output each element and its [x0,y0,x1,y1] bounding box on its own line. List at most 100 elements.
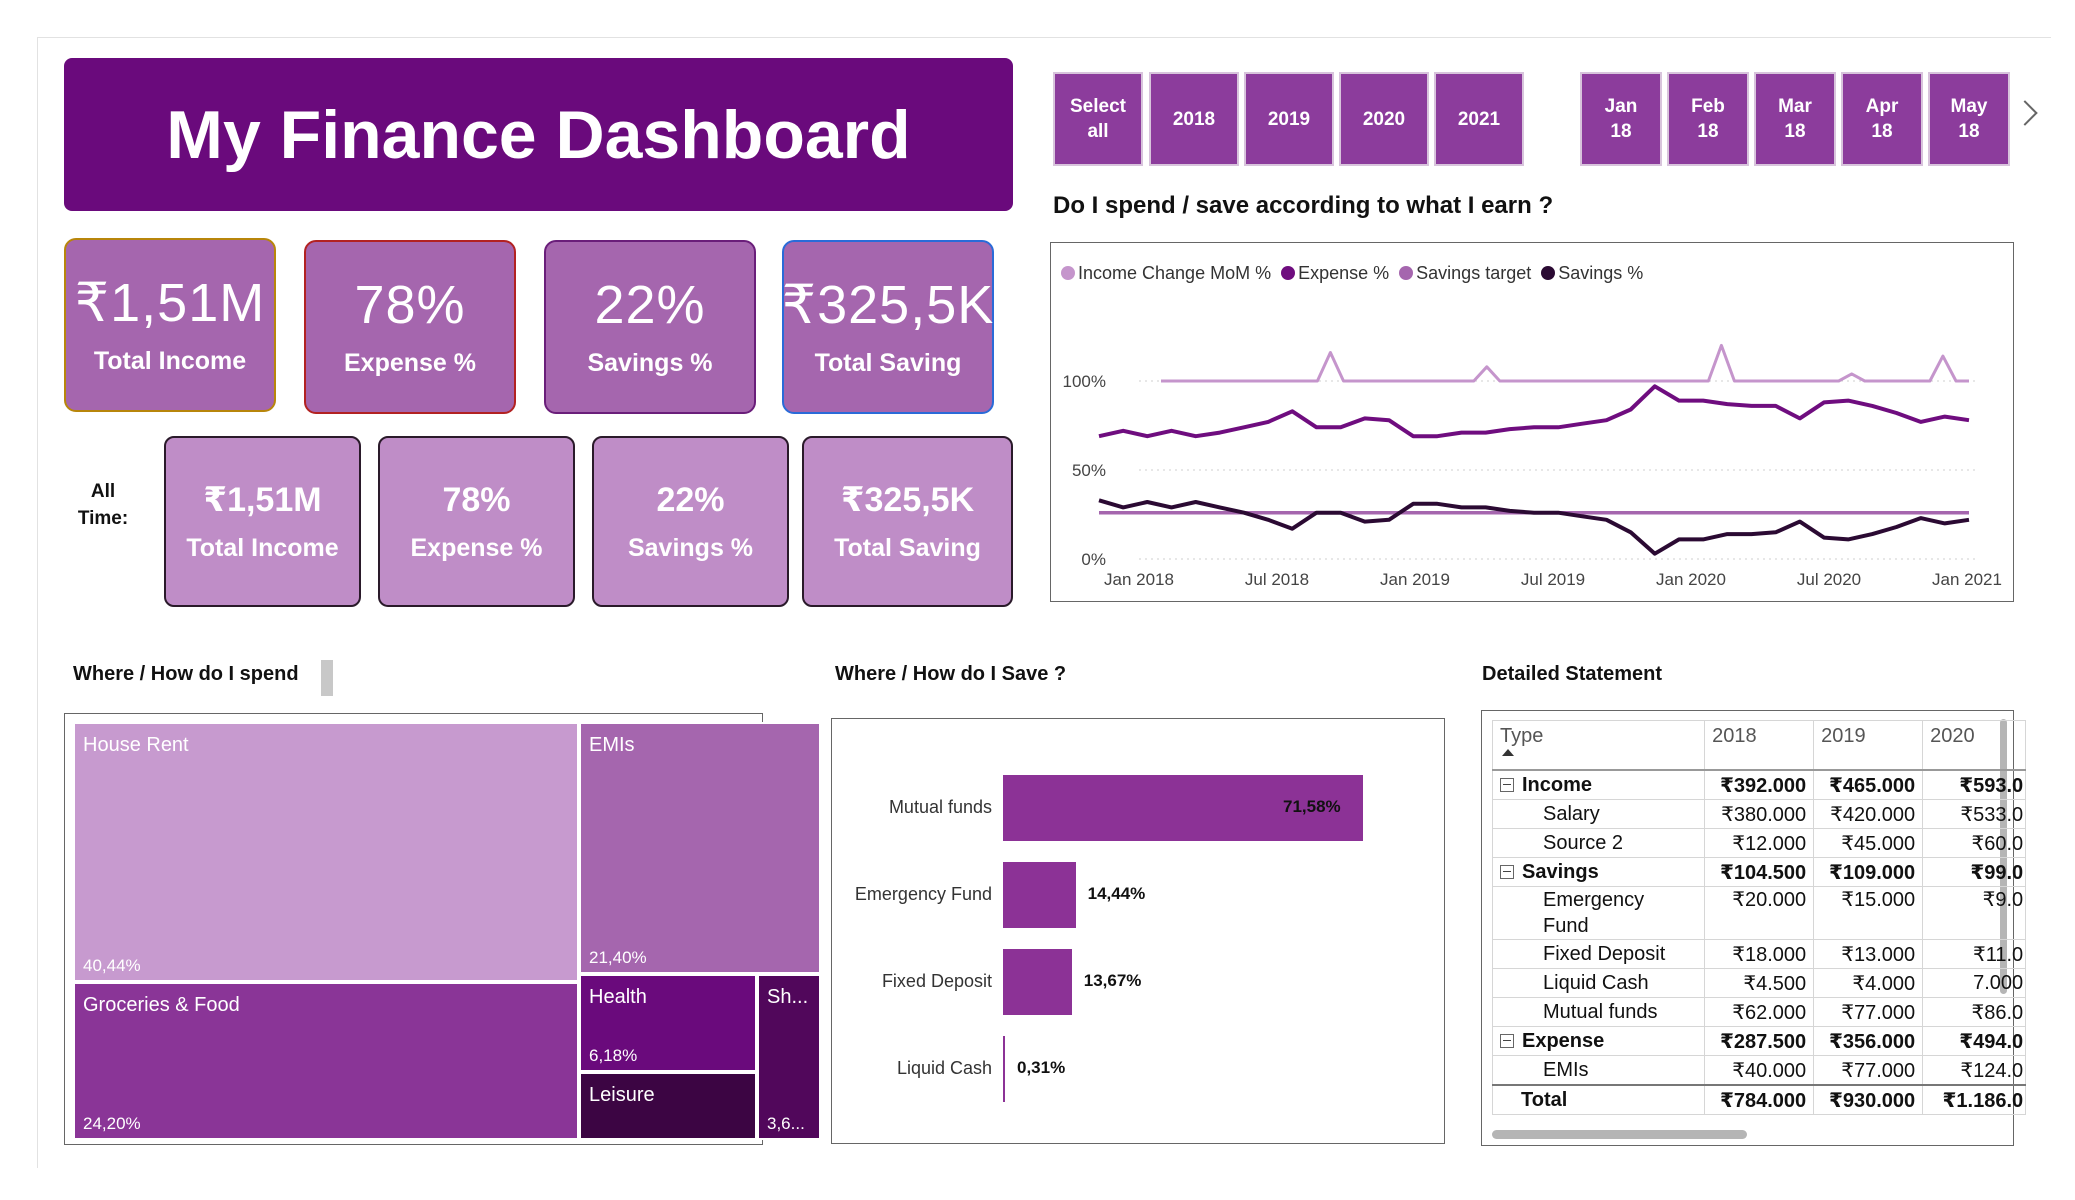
value-cell: ₹109.000 [1813,857,1924,887]
value-cell: ₹86.0 [1922,997,2027,1027]
line-savings-percent[interactable] [1098,498,1970,556]
kpi-value: 22% [594,274,706,335]
value-cell: ₹45.000 [1813,828,1924,858]
tile-percent: 40,44% [83,956,141,975]
horizontal-scrollbar[interactable] [1492,1130,1747,1139]
row-label-cell: Salary [1491,799,1706,829]
alltime-kpi-total-income[interactable]: ₹1,51M Total Income [164,436,361,607]
y-tick-label: 50% [1072,461,1106,480]
column-header-2020[interactable]: 2020 [1922,720,2027,771]
kpi-total-income[interactable]: ₹1,51M Total Income [64,238,276,412]
year-slicer-2019[interactable]: 2019 [1244,72,1334,166]
line-income-change[interactable] [1161,343,1969,383]
row-label: Mutual funds [1543,1000,1658,1023]
year-slicer-2020[interactable]: 2020 [1339,72,1429,166]
row-label-cell: Liquid Cash [1491,968,1706,998]
statement-title: Detailed Statement [1482,663,1663,685]
value-cell: ₹40.000 [1704,1055,1815,1086]
row-label: Source 2 [1543,831,1624,854]
value-cell: ₹13.000 [1813,939,1924,969]
value-cell: ₹60.0 [1922,828,2027,858]
alltime-kpi-total-saving[interactable]: ₹325,5K Total Saving [802,436,1013,607]
x-tick-label: Jul 2020 [1797,570,1861,589]
year-slicer-2018[interactable]: 2018 [1149,72,1239,166]
slicer-label: Apr 18 [1865,96,1899,142]
savings-bar[interactable] [1003,862,1076,928]
row-label-cell: Total [1491,1084,1706,1115]
kpi-savings-percent[interactable]: 22% Savings % [544,240,756,414]
value-cell: ₹11.0 [1922,939,2027,969]
table-row[interactable]: Liquid Cash ₹4.500 ₹4.000 7.000 [1491,968,2027,998]
treemap-tile-shopping[interactable]: Sh... 3,6... [757,974,821,1140]
bar-category-label: Emergency Fund [854,884,992,904]
table-row[interactable]: Emergency Fund ₹20.000 ₹15.000 ₹9.0 [1491,886,2027,940]
collapse-minus-icon[interactable] [1500,865,1514,880]
tile-label: Leisure [589,1084,655,1106]
treemap-tile-emis[interactable]: EMIs 21,40% [579,722,821,974]
sort-ascending-icon[interactable] [1502,749,1514,756]
value-cell: ₹15.000 [1813,886,1924,940]
month-slicer-may-18[interactable]: May 18 [1928,72,2010,166]
value-cell: ₹533.0 [1922,799,2027,829]
savings-bar[interactable] [1003,1036,1005,1102]
table-row[interactable]: Source 2 ₹12.000 ₹45.000 ₹60.0 [1491,828,2027,858]
line-expense-percent[interactable] [1098,384,1970,439]
year-slicer-select-all[interactable]: Select all [1053,72,1143,166]
kpi-total-saving[interactable]: ₹325,5K Total Saving [782,240,994,414]
month-slicer-jan-18[interactable]: Jan 18 [1580,72,1662,166]
table-group-row[interactable]: Income ₹392.000 ₹465.000 ₹593.0 [1491,769,2027,800]
table-row[interactable]: Salary ₹380.000 ₹420.000 ₹533.0 [1491,799,2027,829]
table-row[interactable]: Fixed Deposit ₹18.000 ₹13.000 ₹11.0 [1491,939,2027,969]
kpi-label: Total Income [93,347,247,376]
y-tick-label: 0% [1081,550,1106,569]
savings-bar[interactable] [1003,949,1072,1015]
tile-percent: 6,18% [589,1046,638,1065]
tile-label: EMIs [589,734,635,756]
table-row[interactable]: EMIs ₹40.000 ₹77.000 ₹124.0 [1491,1055,2027,1086]
treemap-tile-groceries-food[interactable]: Groceries & Food 24,20% [73,982,579,1140]
bar-category-label: Fixed Deposit [881,971,992,991]
tile-label: House Rent [83,734,189,756]
table-row[interactable]: Mutual funds ₹62.000 ₹77.000 ₹86.0 [1491,997,2027,1027]
kpi-label: Total Income [186,534,339,562]
value-cell: ₹356.000 [1813,1026,1924,1056]
treemap-tile-leisure[interactable]: Leisure [579,1072,757,1140]
value-cell: ₹930.000 [1813,1084,1924,1115]
treemap-tile-house-rent[interactable]: House Rent 40,44% [73,722,579,982]
x-tick-label: Jan 2019 [1380,570,1450,589]
slicer-label: 2020 [1362,108,1406,130]
value-cell: ₹9.0 [1922,886,2027,940]
row-label: Income [1522,773,1593,796]
alltime-kpi-savings-percent[interactable]: 22% Savings % [592,436,789,607]
kpi-value: ₹325,5K [781,274,995,335]
kpi-label: Savings % [627,533,754,562]
column-header-type[interactable]: Type [1491,720,1706,771]
column-header-2018[interactable]: 2018 [1704,720,1815,771]
slicer-label: Feb 18 [1691,96,1725,142]
slicer-label: Select all [1070,96,1126,142]
value-cell: ₹104.500 [1704,857,1815,887]
tile-label: Health [589,986,647,1008]
row-label: Savings [1522,860,1599,883]
collapse-minus-icon[interactable] [1500,1034,1514,1049]
y-tick-label: 100% [1063,372,1106,391]
table-group-row[interactable]: Savings ₹104.500 ₹109.000 ₹99.0 [1491,857,2027,887]
month-slicer-feb-18[interactable]: Feb 18 [1667,72,1749,166]
row-label: Fixed Deposit [1543,942,1666,965]
kpi-value: 22% [656,480,725,519]
alltime-kpi-expense-percent[interactable]: 78% Expense % [378,436,575,607]
treemap-tile-health[interactable]: Health 6,18% [579,974,757,1072]
month-slicer-mar-18[interactable]: Mar 18 [1754,72,1836,166]
all-time-label: All Time: [77,481,129,529]
collapse-minus-icon[interactable] [1500,778,1514,793]
bar-value-label: 13,67% [1083,971,1142,990]
column-header-2019[interactable]: 2019 [1813,720,1924,771]
table-total-row[interactable]: Total ₹784.000 ₹930.000 ₹1.186.0 [1491,1084,2027,1115]
row-label: Expense [1522,1029,1605,1052]
row-label-cell: EMIs [1491,1055,1706,1086]
year-slicer-2021[interactable]: 2021 [1434,72,1524,166]
kpi-expense-percent[interactable]: 78% Expense % [304,240,516,414]
month-slicer-apr-18[interactable]: Apr 18 [1841,72,1923,166]
value-cell: ₹4.000 [1813,968,1924,998]
table-group-row[interactable]: Expense ₹287.500 ₹356.000 ₹494.0 [1491,1026,2027,1056]
